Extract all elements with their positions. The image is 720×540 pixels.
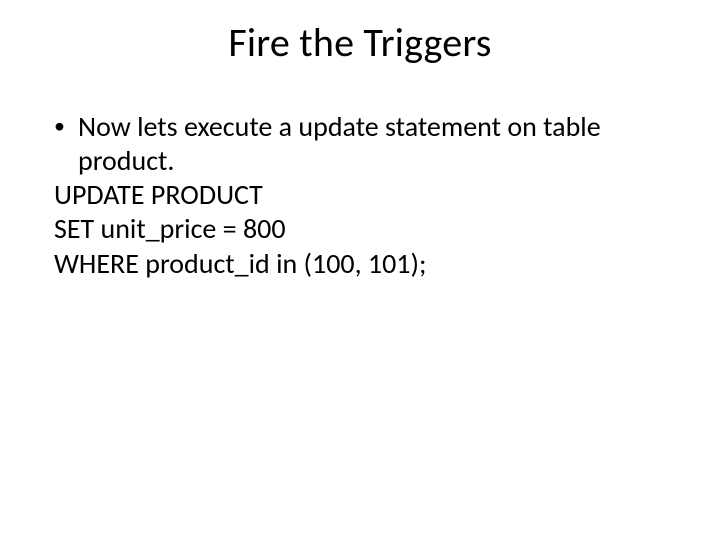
slide-body: • Now lets execute a update statement on… bbox=[54, 110, 666, 281]
slide: Fire the Triggers • Now lets execute a u… bbox=[0, 0, 720, 540]
bullet-marker-icon: • bbox=[54, 110, 78, 142]
bullet-item: • Now lets execute a update statement on… bbox=[54, 110, 666, 178]
code-line-3: WHERE product_id in (100, 101); bbox=[54, 247, 666, 281]
code-line-2: SET unit_price = 800 bbox=[54, 212, 666, 246]
slide-title: Fire the Triggers bbox=[0, 18, 720, 67]
bullet-text: Now lets execute a update statement on t… bbox=[78, 110, 666, 178]
code-line-1: UPDATE PRODUCT bbox=[54, 178, 666, 212]
